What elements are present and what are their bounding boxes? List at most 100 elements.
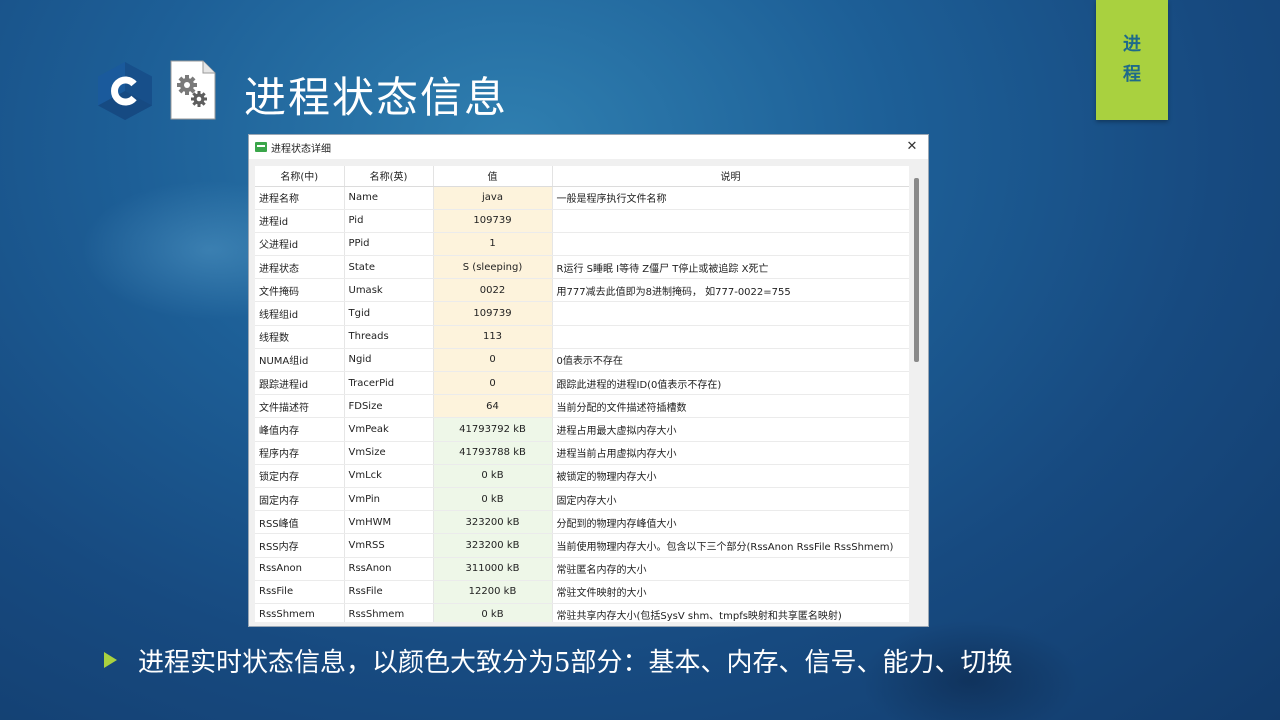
bullet-text: 进程实时状态信息，以颜色大致分为5部分：基本、内存、信号、能力、切换 (138, 648, 1013, 678)
cell-description (552, 232, 909, 257)
close-button[interactable]: ✕ (902, 137, 922, 157)
cell-cn-name: RSS内存 (255, 533, 345, 558)
cell-description: 常驻匿名内存的大小 (552, 557, 909, 581)
scrollbar-thumb[interactable] (914, 178, 919, 362)
cell-value: 12200 kB (433, 580, 553, 604)
cell-value: java (433, 186, 553, 210)
process-status-window: 进程状态详细 ✕ 名称(中) 名称(英) 值 说明 进程名称 Name java 一般… (248, 134, 929, 627)
table-row[interactable]: 程序内存 VmSize 41793788 kB 进程当前占用虚拟内存大小 (255, 441, 909, 465)
table-row[interactable]: 进程id Pid 109739 (255, 209, 909, 233)
column-header-en-name[interactable]: 名称(英) (344, 166, 434, 187)
cell-cn-name: 文件描述符 (255, 394, 345, 419)
table-row[interactable]: NUMA组id Ngid 0 0值表示不存在 (255, 348, 909, 373)
cell-cn-name: 峰值内存 (255, 417, 345, 442)
cell-value: 0 kB (433, 603, 553, 622)
table-row[interactable]: 进程名称 Name java 一般是程序执行文件名称 (255, 186, 909, 210)
cell-value: 113 (433, 325, 553, 349)
cell-cn-name: RssAnon (255, 557, 345, 581)
cell-cn-name: RssShmem (255, 603, 345, 622)
cell-value: 0 kB (433, 487, 553, 512)
vertical-scrollbar[interactable] (910, 166, 924, 622)
app-icon (255, 142, 267, 152)
table-row[interactable]: 跟踪进程id TracerPid 0 跟踪此进程的进程ID(0值表示不存在) (255, 371, 909, 396)
cell-en-name: VmPeak (344, 417, 434, 442)
cell-description: 分配到的物理内存峰值大小 (552, 510, 909, 535)
cell-value: 109739 (433, 301, 553, 326)
cell-description: 0值表示不存在 (552, 348, 909, 373)
cell-cn-name: 父进程id (255, 232, 345, 257)
cell-cn-name: 程序内存 (255, 441, 345, 465)
cell-cn-name: 文件掩码 (255, 278, 345, 303)
cell-en-name: FDSize (344, 394, 434, 419)
cell-en-name: RssFile (344, 580, 434, 604)
cell-cn-name: 跟踪进程id (255, 371, 345, 396)
table-row[interactable]: RssShmem RssShmem 0 kB 常驻共享内存大小(包括SysV shm、… (255, 603, 909, 622)
column-header-cn-name[interactable]: 名称(中) (255, 166, 345, 187)
section-tab-char: 进 (1123, 34, 1141, 55)
cell-cn-name: 线程数 (255, 325, 345, 349)
table-row[interactable]: 进程状态 State S (sleeping) R运行 S睡眠 I等待 Z僵尸 T停止… (255, 255, 909, 280)
table-row[interactable]: 固定内存 VmPin 0 kB 固定内存大小 (255, 487, 909, 512)
cell-en-name: Pid (344, 209, 434, 233)
cell-en-name: VmLck (344, 464, 434, 488)
cell-description: 固定内存大小 (552, 487, 909, 512)
cell-cn-name: NUMA组id (255, 348, 345, 373)
cell-en-name: PPid (344, 232, 434, 257)
cell-en-name: RssAnon (344, 557, 434, 581)
cell-description: 跟踪此进程的进程ID(0值表示不存在) (552, 371, 909, 396)
cell-value: 0 kB (433, 464, 553, 488)
cell-value: 323200 kB (433, 533, 553, 558)
cell-en-name: VmSize (344, 441, 434, 465)
table-row[interactable]: RSS内存 VmRSS 323200 kB 当前使用物理内存大小。包含以下三个部分(R… (255, 533, 909, 558)
table-row[interactable]: RSS峰值 VmHWM 323200 kB 分配到的物理内存峰值大小 (255, 510, 909, 535)
cell-cn-name: 锁定内存 (255, 464, 345, 488)
bullet-arrow-icon (104, 652, 117, 668)
cell-value: 64 (433, 394, 553, 419)
cell-en-name: VmRSS (344, 533, 434, 558)
cell-description (552, 209, 909, 233)
cell-description: 当前分配的文件描述符插槽数 (552, 394, 909, 419)
cell-en-name: RssShmem (344, 603, 434, 622)
cell-en-name: Umask (344, 278, 434, 303)
table-row[interactable]: 线程组id Tgid 109739 (255, 301, 909, 326)
status-table: 名称(中) 名称(英) 值 说明 进程名称 Name java 一般是程序执行文件名称… (255, 166, 909, 622)
cell-description (552, 325, 909, 349)
cell-value: S (sleeping) (433, 255, 553, 280)
settings-file-icon (170, 60, 216, 120)
cell-en-name: State (344, 255, 434, 280)
cell-value: 0 (433, 371, 553, 396)
cell-cn-name: 进程名称 (255, 186, 345, 210)
table-row[interactable]: 父进程id PPid 1 (255, 232, 909, 257)
table-row[interactable]: 峰值内存 VmPeak 41793792 kB 进程占用最大虚拟内存大小 (255, 417, 909, 442)
table-row[interactable]: 锁定内存 VmLck 0 kB 被锁定的物理内存大小 (255, 464, 909, 488)
table-row[interactable]: 线程数 Threads 113 (255, 325, 909, 349)
table-header-row: 名称(中) 名称(英) 值 说明 (255, 166, 909, 187)
cell-value: 0022 (433, 278, 553, 303)
table-row[interactable]: RssFile RssFile 12200 kB 常驻文件映射的大小 (255, 580, 909, 604)
section-tab: 进 程 (1096, 0, 1168, 120)
window-titlebar[interactable]: 进程状态详细 ✕ (249, 135, 928, 159)
cell-description: 进程当前占用虚拟内存大小 (552, 441, 909, 465)
cell-cn-name: RSS峰值 (255, 510, 345, 535)
status-table-container: 名称(中) 名称(英) 值 说明 进程名称 Name java 一般是程序执行文件名称… (255, 166, 909, 622)
cell-en-name: Tgid (344, 301, 434, 326)
column-header-value[interactable]: 值 (433, 166, 553, 187)
cell-description: 被锁定的物理内存大小 (552, 464, 909, 488)
cell-cn-name: RssFile (255, 580, 345, 604)
column-header-description[interactable]: 说明 (552, 166, 909, 187)
cell-cn-name: 线程组id (255, 301, 345, 326)
cell-value: 1 (433, 232, 553, 257)
table-row[interactable]: 文件描述符 FDSize 64 当前分配的文件描述符插槽数 (255, 394, 909, 419)
cell-en-name: Ngid (344, 348, 434, 373)
cell-value: 109739 (433, 209, 553, 233)
cell-description: R运行 S睡眠 I等待 Z僵尸 T停止或被追踪 X死亡 (552, 255, 909, 280)
cell-description: 常驻文件映射的大小 (552, 580, 909, 604)
cell-value: 0 (433, 348, 553, 373)
table-row[interactable]: RssAnon RssAnon 311000 kB 常驻匿名内存的大小 (255, 557, 909, 581)
cell-value: 311000 kB (433, 557, 553, 581)
table-row[interactable]: 文件掩码 Umask 0022 用777减去此值即为8进制掩码， 如777-0022=… (255, 278, 909, 303)
slide-title: 进程状态信息 (244, 73, 509, 122)
cell-en-name: Name (344, 186, 434, 210)
c-language-logo-icon (98, 62, 152, 120)
cell-cn-name: 固定内存 (255, 487, 345, 512)
